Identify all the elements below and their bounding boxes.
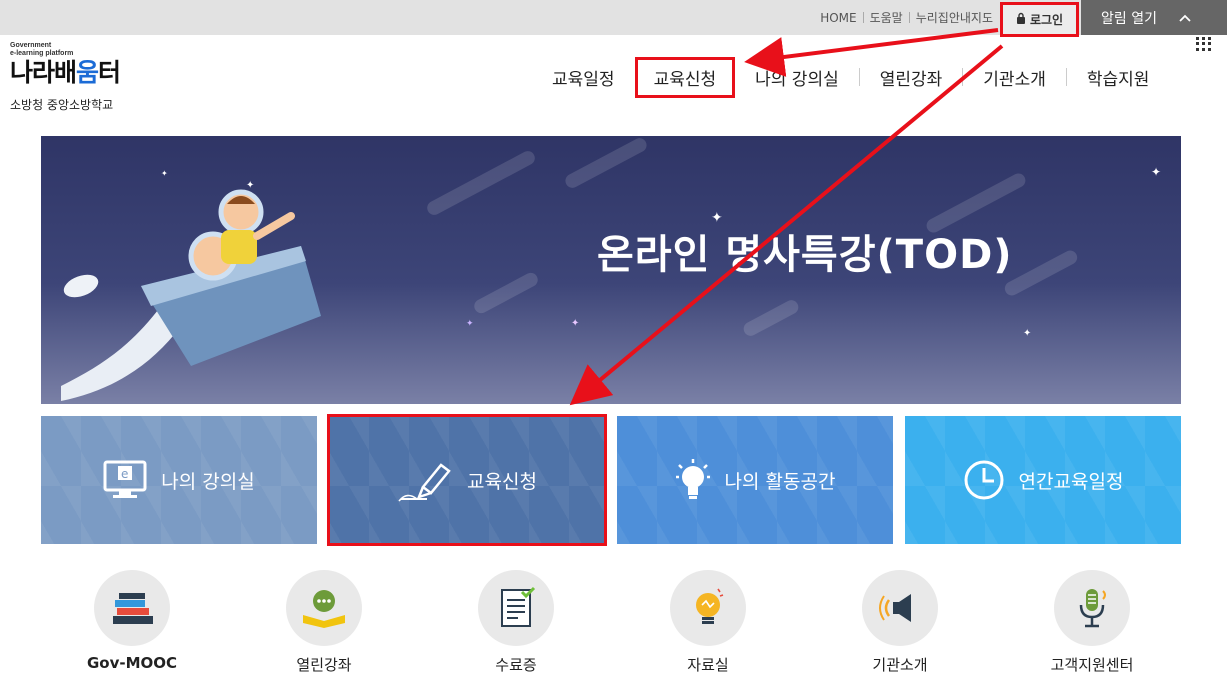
main-navigation: 교육일정 교육신청 나의 강의실 열린강좌 기관소개 학습지원 [532,56,1170,98]
logo-highlight: 움 [76,58,99,87]
lightbulb-icon [670,570,746,646]
sitemap-link[interactable]: 누리집안내지도 [910,9,999,26]
tile-label: 나의 강의실 [161,470,255,493]
svg-text:✦: ✦ [1151,165,1161,179]
chevron-up-icon [1179,11,1191,25]
quick-gov-mooc[interactable]: Gov-MOOC [62,570,202,672]
open-book-chat-icon [286,570,362,646]
tile-label: 나의 활동공간 [724,470,836,493]
nav-about[interactable]: 기관소개 [963,65,1066,90]
main-banner[interactable]: ✦ ✦ 온라인 명사특강(TOD) ✦ ✦ ✦ ✦ ✦ [41,136,1181,404]
logo-wordmark: 나라배움터 [10,59,160,87]
nav-apply[interactable]: 교육신청 [634,56,736,98]
site-logo[interactable]: Government e-learning platform 나라배움터 소방청… [10,42,160,113]
tile-my-classroom[interactable]: e 나의 강의실 [41,416,317,544]
books-icon [94,570,170,646]
logo-tagline-1: Government [10,42,52,49]
quick-customer-support[interactable]: 고객지원센터 [1022,570,1162,675]
monitor-e-icon: e [103,460,147,500]
lock-icon [1016,12,1026,27]
svg-text:e: e [121,467,128,481]
svg-text:✦: ✦ [571,318,579,329]
alarm-open-button[interactable]: 알림 열기 [1081,0,1227,35]
login-label: 로그인 [1029,13,1064,27]
login-button[interactable]: 로그인 [1000,2,1079,37]
quick-open-lecture[interactable]: 열린강좌 [254,570,394,675]
quick-label: 자료실 [687,656,729,674]
svg-text:✦: ✦ [711,210,723,226]
institution-name: 소방청 중앙소방학교 [10,98,114,112]
quick-archive[interactable]: 자료실 [638,570,778,675]
clock-icon [963,459,1005,501]
alarm-label: 알림 열기 [1101,10,1157,27]
quick-certificate[interactable]: 수료증 [446,570,586,675]
quick-label: 고객지원센터 [1050,656,1134,674]
home-link[interactable]: HOME [814,11,862,25]
microphone-icon [1054,570,1130,646]
utility-links: HOME 도움말 누리집안내지도 [814,0,999,35]
lightbulb-icon [675,457,711,503]
tile-apply[interactable]: 교육신청 [327,414,607,546]
quick-label: 열린강좌 [296,656,352,674]
pen-nib-icon [397,457,453,503]
logo-suffix: 터 [98,58,121,87]
nav-schedule[interactable]: 교육일정 [532,65,635,90]
logo-prefix: 나라배 [10,58,77,87]
quick-about[interactable]: 기관소개 [830,570,970,675]
quick-label: 기관소개 [872,656,928,674]
all-menu-grid-icon[interactable] [1196,37,1212,51]
logo-tagline-2: e-learning platform [10,50,74,57]
svg-text:✦: ✦ [1023,328,1031,339]
utility-bar: HOME 도움말 누리집안내지도 로그인 알림 열기 [0,0,1227,37]
stars-decoration: ✦ ✦ ✦ ✦ ✦ [466,165,1161,339]
tile-annual-schedule[interactable]: 연간교육일정 [905,416,1181,544]
nav-open-lecture[interactable]: 열린강좌 [860,65,963,90]
quick-label: 수료증 [495,656,537,674]
page: HOME 도움말 누리집안내지도 로그인 알림 열기 Government e-… [0,0,1227,695]
tile-label: 연간교육일정 [1018,470,1124,493]
quick-label: Gov-MOOC [86,654,178,672]
speaker-icon [862,570,938,646]
tile-label: 교육신청 [467,470,537,493]
certificate-icon [478,570,554,646]
svg-text:✦: ✦ [466,319,474,329]
tile-my-activity[interactable]: 나의 활동공간 [617,416,893,544]
help-link[interactable]: 도움말 [864,9,909,26]
nav-my-classroom[interactable]: 나의 강의실 [735,65,859,90]
nav-support[interactable]: 학습지원 [1067,65,1170,90]
